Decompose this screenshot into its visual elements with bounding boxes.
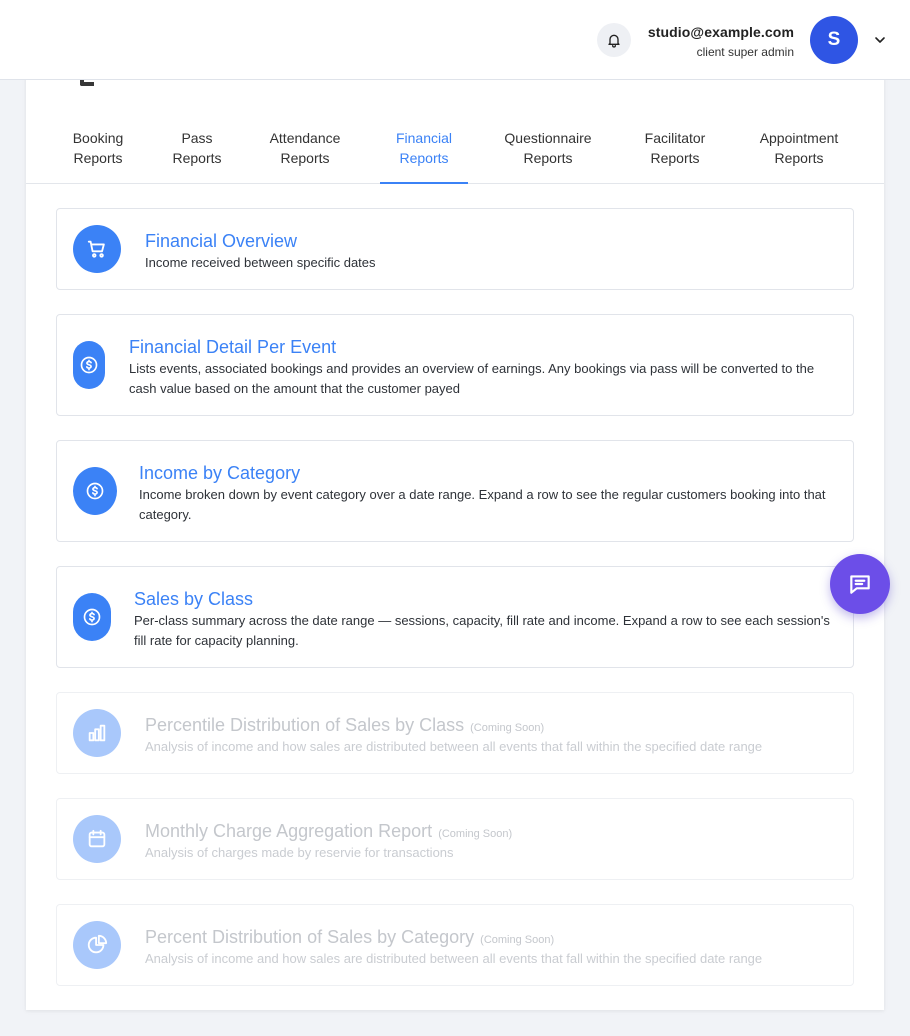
report-title[interactable]: Income by Category xyxy=(139,463,300,484)
coming-soon-label: (Coming Soon) xyxy=(480,934,555,946)
coming-soon-label: (Coming Soon) xyxy=(438,828,513,840)
report-title: Percent Distribution of Sales by Categor… xyxy=(145,927,554,948)
tab-appointment-reports[interactable]: Appointment Reports xyxy=(756,128,842,184)
calendar-icon xyxy=(88,829,106,848)
report-tabs: Booking Reports Pass Reports Attendance … xyxy=(26,128,884,184)
tab-pass-reports[interactable]: Pass Reports xyxy=(169,128,225,184)
report-icon xyxy=(73,709,121,757)
report-title-text: Monthly Charge Aggregation Report xyxy=(145,821,433,841)
user-email: studio@example.com xyxy=(647,24,794,40)
tab-label-line1: Pass xyxy=(181,130,213,146)
report-icon xyxy=(73,225,121,273)
report-description: Analysis of charges made by reservie for… xyxy=(145,845,454,860)
report-icon xyxy=(73,921,121,969)
notifications-button[interactable] xyxy=(597,23,631,57)
tab-label-line1: Questionnaire xyxy=(504,130,592,146)
report-card-financial-overview[interactable]: Financial Overview Income received betwe… xyxy=(56,208,854,290)
report-title[interactable]: Sales by Class xyxy=(134,589,253,610)
report-description: Lists events, associated bookings and pr… xyxy=(129,361,815,396)
chat-icon xyxy=(850,575,870,594)
bar-chart-icon xyxy=(88,724,106,742)
tab-label-line2: Reports xyxy=(73,150,123,166)
tab-label-line2: Reports xyxy=(280,150,330,166)
tab-attendance-reports[interactable]: Attendance Reports xyxy=(266,128,344,184)
report-title[interactable]: Financial Overview xyxy=(145,231,297,252)
tab-label-line2: Reports xyxy=(172,150,222,166)
top-bar: studio@example.com client super admin S xyxy=(0,0,910,80)
report-card-percentile-distribution: Percentile Distribution of Sales by Clas… xyxy=(56,692,854,774)
report-title-text: Percent Distribution of Sales by Categor… xyxy=(145,927,475,947)
report-card-income-by-category[interactable]: Income by Category Income broken down by… xyxy=(56,440,854,542)
chat-button[interactable] xyxy=(830,554,890,614)
pie-chart-icon xyxy=(87,934,108,954)
cart-icon xyxy=(87,240,105,258)
chevron-down-icon[interactable] xyxy=(872,32,888,48)
tab-booking-reports[interactable]: Booking Reports xyxy=(70,128,126,184)
report-title[interactable]: Financial Detail Per Event xyxy=(129,337,336,358)
tab-questionnaire-reports[interactable]: Questionnaire Reports xyxy=(502,128,594,184)
report-card-sales-by-class[interactable]: Sales by Class Per-class summary across … xyxy=(56,566,854,668)
report-icon xyxy=(73,815,121,863)
tab-label-line1: Appointment xyxy=(759,130,839,146)
tab-label-line1: Financial xyxy=(395,130,453,146)
report-description: Analysis of income and how sales are dis… xyxy=(145,739,763,754)
dollar-icon xyxy=(86,482,104,500)
report-icon xyxy=(73,467,117,515)
report-card-financial-detail-per-event[interactable]: Financial Detail Per Event Lists events,… xyxy=(56,314,854,416)
report-card-monthly-charge-aggregation: Monthly Charge Aggregation Report (Coming… xyxy=(56,798,854,880)
tab-label-line2: Reports xyxy=(774,150,824,166)
user-info[interactable]: studio@example.com client super admin xyxy=(648,24,794,59)
report-icon xyxy=(73,341,105,389)
user-role: client super admin xyxy=(696,45,794,59)
tab-label-line1: Facilitator xyxy=(644,130,706,146)
bell-icon xyxy=(608,34,620,48)
report-description: Income broken down by event category ove… xyxy=(139,487,826,522)
tab-label-line1: Booking xyxy=(72,130,124,146)
dollar-icon xyxy=(83,608,101,626)
report-icon xyxy=(73,593,111,641)
coming-soon-label: (Coming Soon) xyxy=(470,722,545,734)
tab-label-line2: Reports xyxy=(523,150,573,166)
report-description: Per-class summary across the date range … xyxy=(134,613,830,648)
tab-label-line1: Attendance xyxy=(269,130,341,146)
report-title: Percentile Distribution of Sales by Clas… xyxy=(145,715,544,736)
report-description: Income received between specific dates xyxy=(145,255,376,270)
tab-facilitator-reports[interactable]: Facilitator Reports xyxy=(638,128,712,184)
report-title: Monthly Charge Aggregation Report (Coming… xyxy=(145,821,512,842)
report-card-percent-distribution-by-category: Percent Distribution of Sales by Categor… xyxy=(56,904,854,986)
tab-label-line2: Reports xyxy=(650,150,700,166)
avatar[interactable]: S xyxy=(810,16,858,64)
tab-financial-reports[interactable]: Financial Reports xyxy=(380,128,468,184)
dollar-icon xyxy=(80,356,98,374)
report-title-text: Percentile Distribution of Sales by Clas… xyxy=(145,715,465,735)
report-description: Analysis of income and how sales are dis… xyxy=(145,951,763,966)
tab-label-line2: Reports xyxy=(399,150,449,166)
